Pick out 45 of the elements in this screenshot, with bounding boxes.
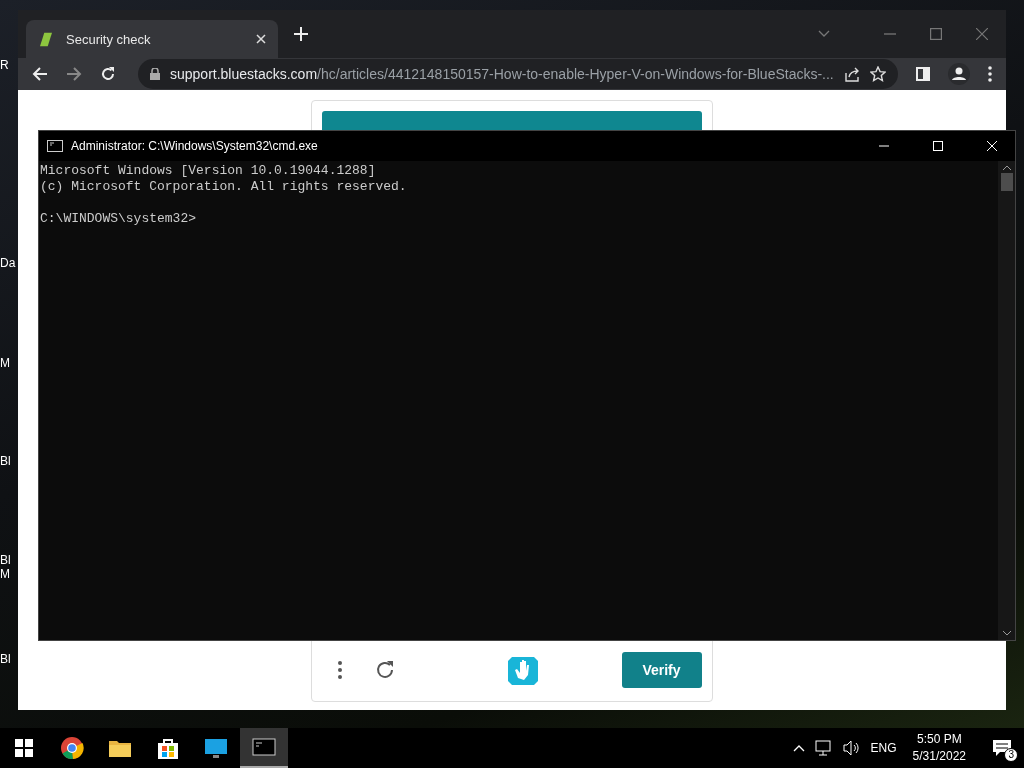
star-icon[interactable] xyxy=(870,66,886,82)
window-title: Administrator: C:\Windows\System32\cmd.exe xyxy=(71,139,318,153)
scroll-up-icon[interactable] xyxy=(1002,165,1011,170)
console-text: (c) Microsoft Corporation. All rights reserved. xyxy=(40,179,408,195)
console-icon[interactable] xyxy=(252,735,276,759)
desktop-icon-label[interactable]: Da xyxy=(0,256,18,270)
desktop-icon-label[interactable]: Bl xyxy=(0,454,18,468)
url-text: support.bluestacks.com/hc/articles/4412148150157-How-to-enable-Hyper-V-on-Windows-for-BlueStacks-... xyxy=(170,66,834,82)
profile-icon[interactable] xyxy=(948,63,970,85)
chevron-up-icon[interactable] xyxy=(792,744,805,752)
back-icon[interactable] xyxy=(32,66,48,82)
store-icon[interactable] xyxy=(156,736,180,760)
share-icon[interactable] xyxy=(844,66,860,82)
forward-icon[interactable] xyxy=(66,66,82,82)
address-bar[interactable]: support.bluestacks.com/hc/articles/4412148150157-How-to-enable-Hyper-V-on-Windows-for-BlueStacks-... xyxy=(138,59,898,89)
chrome-icon[interactable] xyxy=(60,736,84,760)
desktop-icon-label[interactable]: Bl M xyxy=(0,553,18,581)
menu-icon[interactable] xyxy=(988,66,992,82)
scroll-thumb[interactable] xyxy=(1000,173,1013,191)
console-icon xyxy=(47,140,63,152)
more-options-icon[interactable] xyxy=(337,661,342,679)
page-icon xyxy=(40,31,52,47)
new-tab-icon[interactable] xyxy=(294,27,308,41)
console-text: Microsoft Windows [Version 10.0.19044.1288] xyxy=(40,163,377,179)
language-indicator[interactable]: ENG xyxy=(870,741,897,755)
clock-date[interactable]: 5/31/2022 xyxy=(912,748,966,765)
reload-icon[interactable] xyxy=(100,66,116,82)
desktop-icon-label[interactable]: R xyxy=(0,58,18,72)
desktop-icon-label[interactable]: M xyxy=(0,356,18,370)
browser-tab[interactable]: Security check xyxy=(26,20,278,58)
taskbar-app[interactable] xyxy=(240,728,288,768)
side-panel-icon[interactable] xyxy=(916,67,930,81)
desktop-icon-label[interactable]: Bl xyxy=(0,652,18,666)
tab-search-icon[interactable] xyxy=(818,30,830,38)
start-icon[interactable] xyxy=(15,739,33,757)
monitor-icon[interactable] xyxy=(204,736,228,760)
clock-time[interactable]: 5:50 PM xyxy=(916,731,962,748)
notification-count: 3 xyxy=(1004,748,1018,762)
verify-button[interactable]: Verify xyxy=(621,652,702,688)
scroll-down-icon[interactable] xyxy=(1002,631,1011,636)
scrollbar[interactable] xyxy=(998,161,1015,640)
network-icon[interactable] xyxy=(814,740,833,756)
volume-icon[interactable] xyxy=(842,740,861,756)
lock-icon xyxy=(150,68,160,80)
console-prompt: C:\WINDOWS\system32> xyxy=(40,211,198,227)
